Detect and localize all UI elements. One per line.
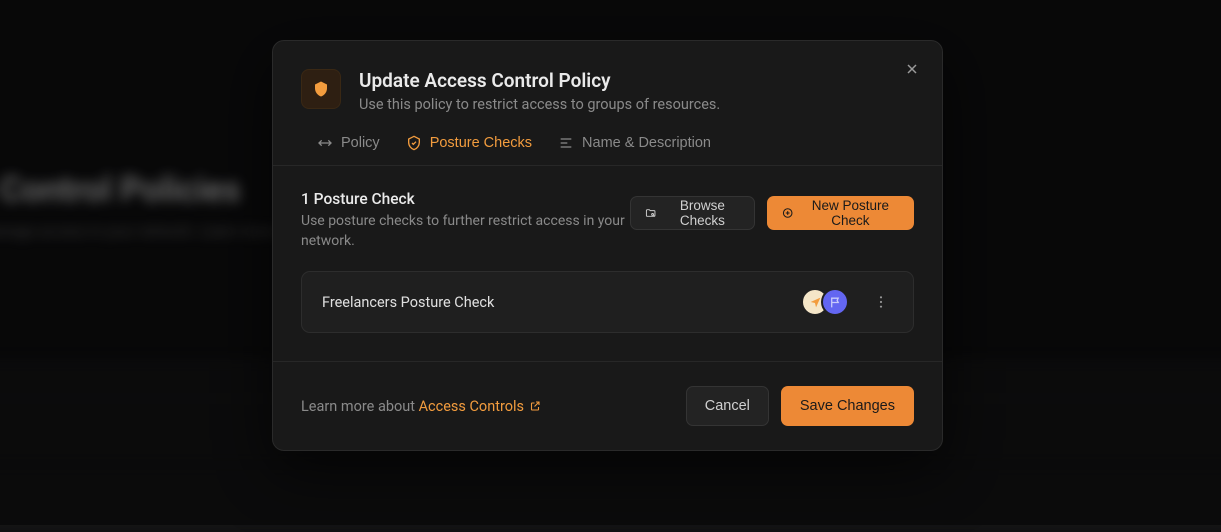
modal-footer: Learn more about Access Controls Cancel … <box>273 361 942 450</box>
tab-posture-checks[interactable]: Posture Checks <box>406 135 532 165</box>
modal-header: Update Access Control Policy Use this po… <box>273 41 942 113</box>
text-icon <box>558 135 574 151</box>
tab-posture-label: Posture Checks <box>430 135 532 151</box>
save-changes-button[interactable]: Save Changes <box>781 386 914 426</box>
cancel-button[interactable]: Cancel <box>686 386 769 426</box>
browse-checks-label: Browse Checks <box>664 198 740 228</box>
modal-header-text: Update Access Control Policy Use this po… <box>359 69 720 113</box>
section-heading: 1 Posture Check <box>301 190 630 208</box>
plus-circle-icon <box>782 206 793 220</box>
close-button[interactable] <box>902 59 922 79</box>
modal-subtitle: Use this policy to restrict access to gr… <box>359 96 720 113</box>
section-header: 1 Posture Check Use posture checks to fu… <box>301 190 914 251</box>
check-menu-button[interactable] <box>869 290 893 314</box>
section-description: Use posture checks to further restrict a… <box>301 212 630 251</box>
arrows-icon <box>317 135 333 151</box>
shield-icon <box>301 69 341 109</box>
modal-tabs: Policy Posture Checks Name & Description <box>273 113 942 166</box>
update-policy-modal: Update Access Control Policy Use this po… <box>272 40 943 451</box>
new-posture-check-label: New Posture Check <box>802 198 899 228</box>
flag-badge-icon <box>821 288 849 316</box>
new-posture-check-button[interactable]: New Posture Check <box>767 196 914 230</box>
close-icon <box>904 61 920 77</box>
posture-check-row: Freelancers Posture Check <box>301 271 914 333</box>
modal-body: 1 Posture Check Use posture checks to fu… <box>273 166 942 361</box>
tab-name-description[interactable]: Name & Description <box>558 135 711 165</box>
learn-more-text: Learn more about Access Controls <box>301 398 541 415</box>
folder-search-icon <box>645 206 656 220</box>
more-vertical-icon <box>873 294 889 310</box>
external-link-icon <box>529 400 541 412</box>
tab-name-label: Name & Description <box>582 135 711 151</box>
check-badges <box>801 288 849 316</box>
browse-checks-button[interactable]: Browse Checks <box>630 196 756 230</box>
tab-policy-label: Policy <box>341 135 380 151</box>
tab-policy[interactable]: Policy <box>317 135 380 165</box>
access-controls-link[interactable]: Access Controls <box>419 398 541 415</box>
modal-title: Update Access Control Policy <box>359 69 720 92</box>
posture-check-name: Freelancers Posture Check <box>322 294 494 311</box>
shield-check-icon <box>406 135 422 151</box>
